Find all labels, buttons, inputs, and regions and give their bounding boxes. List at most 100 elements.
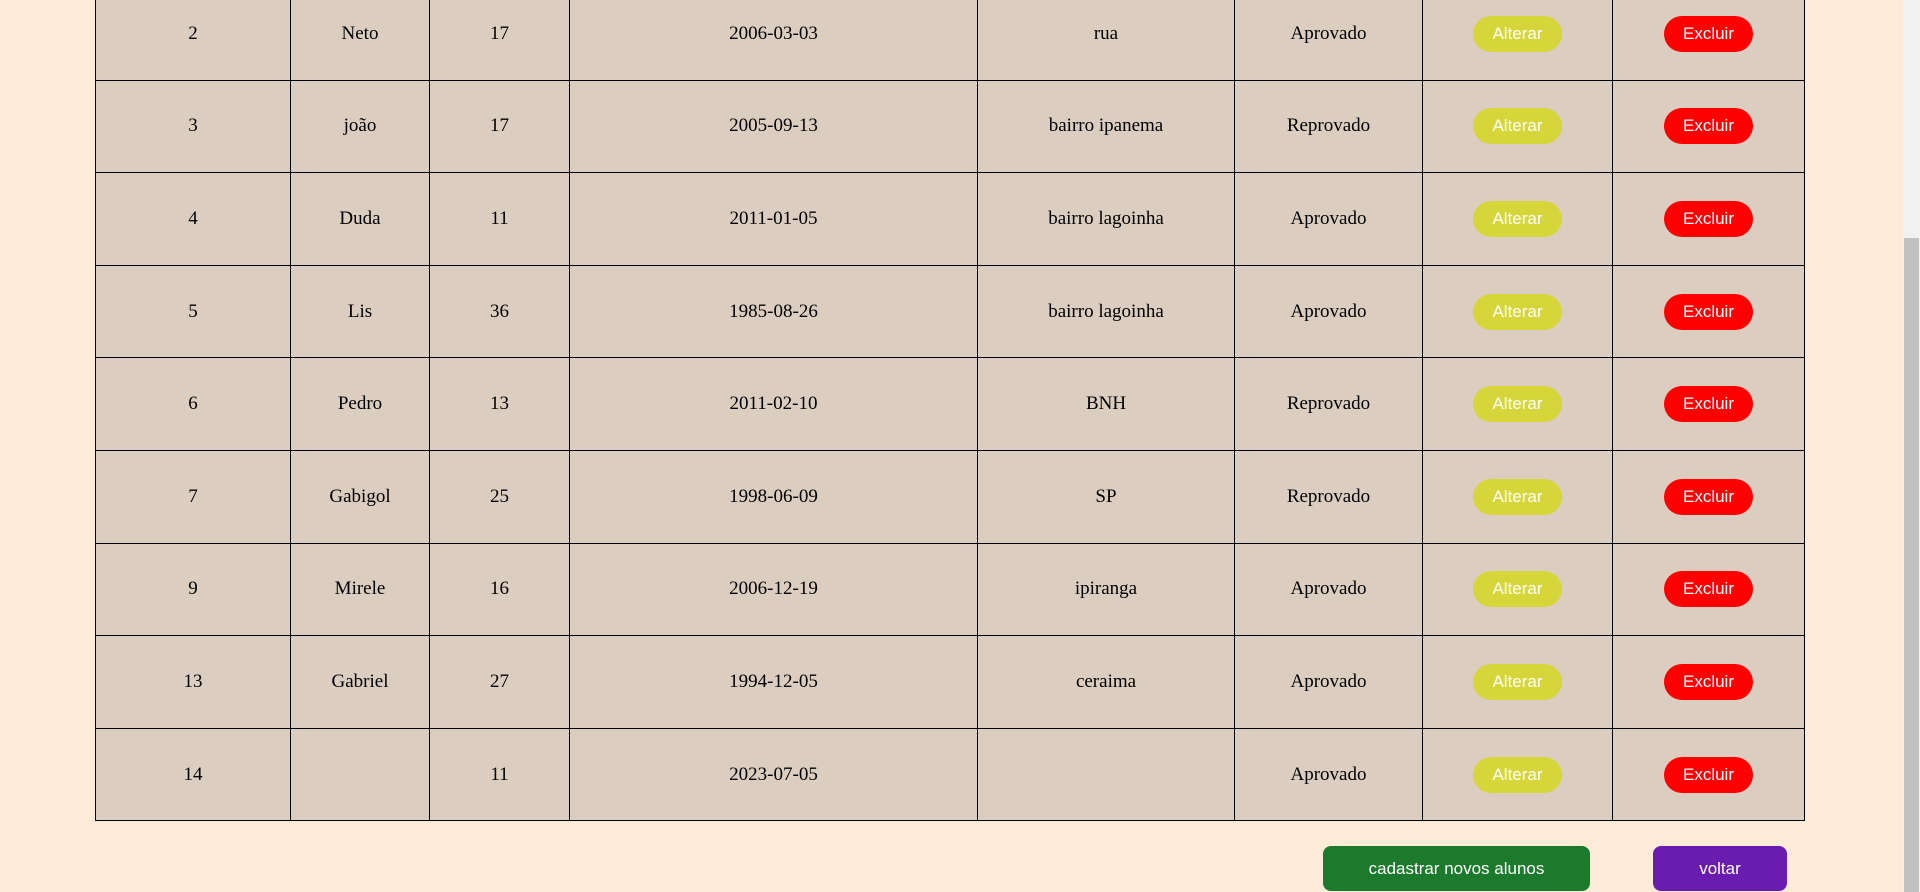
age-cell: 16 [429, 542, 570, 637]
register-students-button[interactable]: cadastrar novos alunos [1323, 846, 1590, 891]
age-cell: 11 [429, 727, 570, 822]
status-cell: Reprovado [1234, 449, 1423, 544]
birthdate-cell: 2011-01-05 [569, 172, 978, 266]
delete-cell: Excluir [1612, 264, 1805, 359]
address-cell: bairro ipanema [977, 79, 1235, 174]
delete-button[interactable]: Excluir [1664, 756, 1753, 793]
birthdate-cell: 2023-07-05 [569, 727, 978, 822]
age-cell: 17 [429, 0, 570, 81]
address-cell: BNH [977, 357, 1235, 451]
id-cell: 14 [95, 727, 291, 822]
delete-button[interactable]: Excluir [1664, 293, 1753, 330]
id-cell: 7 [95, 449, 291, 544]
alter-button[interactable]: Alterar [1473, 200, 1562, 237]
status-cell: Aprovado [1234, 0, 1423, 81]
id-cell: 6 [95, 357, 291, 451]
birthdate-cell: 2006-03-03 [569, 0, 978, 81]
name-cell: Mirele [290, 542, 430, 637]
alter-cell: Alterar [1422, 542, 1613, 637]
alter-cell: Alterar [1422, 727, 1613, 822]
delete-button[interactable]: Excluir [1664, 108, 1753, 145]
status-cell: Aprovado [1234, 172, 1423, 266]
page: 2 Neto 17 2006-03-03 rua Aprovado Alterar Exclu… [0, 0, 1920, 892]
alter-button[interactable]: Alterar [1473, 108, 1562, 145]
name-cell [290, 727, 430, 822]
birthdate-cell: 1998-06-09 [569, 449, 978, 544]
birthdate-cell: 2005-09-13 [569, 79, 978, 174]
status-cell: Reprovado [1234, 79, 1423, 174]
alter-button[interactable]: Alterar [1473, 756, 1562, 793]
alter-cell: Alterar [1422, 172, 1613, 266]
table-row: 14 11 2023-07-05 Aprovado Alterar Excluir [95, 727, 1805, 822]
delete-button[interactable]: Excluir [1664, 478, 1753, 515]
id-cell: 5 [95, 264, 291, 359]
delete-cell: Excluir [1612, 635, 1805, 729]
name-cell: joão [290, 79, 430, 174]
age-cell: 11 [429, 172, 570, 266]
table-row: 4 Duda 11 2011-01-05 bairro lagoinha Aprovado… [95, 172, 1805, 266]
scrollbar-thumb[interactable] [1904, 238, 1919, 892]
alter-button[interactable]: Alterar [1473, 663, 1562, 700]
delete-button[interactable]: Excluir [1664, 571, 1753, 608]
back-button[interactable]: voltar [1653, 846, 1787, 891]
status-cell: Reprovado [1234, 357, 1423, 451]
alter-button[interactable]: Alterar [1473, 293, 1562, 330]
name-cell: Duda [290, 172, 430, 266]
table-body: 2 Neto 17 2006-03-03 rua Aprovado Alterar Exclu… [95, 0, 1805, 822]
table-row: 9 Mirele 16 2006-12-19 ipiranga Aprovado Alter… [95, 542, 1805, 637]
alter-button[interactable]: Alterar [1473, 478, 1562, 515]
delete-button[interactable]: Excluir [1664, 200, 1753, 237]
delete-cell: Excluir [1612, 0, 1805, 81]
delete-button[interactable]: Excluir [1664, 15, 1753, 52]
alter-cell: Alterar [1422, 449, 1613, 544]
age-cell: 27 [429, 635, 570, 729]
id-cell: 9 [95, 542, 291, 637]
alter-cell: Alterar [1422, 0, 1613, 81]
delete-cell: Excluir [1612, 727, 1805, 822]
id-cell: 2 [95, 0, 291, 81]
name-cell: Lis [290, 264, 430, 359]
name-cell: Gabriel [290, 635, 430, 729]
birthdate-cell: 1994-12-05 [569, 635, 978, 729]
delete-button[interactable]: Excluir [1664, 663, 1753, 700]
delete-cell: Excluir [1612, 542, 1805, 637]
alter-button[interactable]: Alterar [1473, 571, 1562, 608]
address-cell: SP [977, 449, 1235, 544]
status-cell: Aprovado [1234, 542, 1423, 637]
name-cell: Pedro [290, 357, 430, 451]
delete-cell: Excluir [1612, 172, 1805, 266]
name-cell: Gabigol [290, 449, 430, 544]
delete-cell: Excluir [1612, 449, 1805, 544]
table-row: 2 Neto 17 2006-03-03 rua Aprovado Alterar Exclu… [95, 0, 1805, 81]
alter-cell: Alterar [1422, 264, 1613, 359]
address-cell: bairro lagoinha [977, 172, 1235, 266]
age-cell: 25 [429, 449, 570, 544]
address-cell: rua [977, 0, 1235, 81]
table-row: 13 Gabriel 27 1994-12-05 ceraima Aprovado Alte… [95, 635, 1805, 729]
alter-cell: Alterar [1422, 635, 1613, 729]
alter-cell: Alterar [1422, 357, 1613, 451]
age-cell: 17 [429, 79, 570, 174]
id-cell: 3 [95, 79, 291, 174]
alter-button[interactable]: Alterar [1473, 15, 1562, 52]
address-cell: ipiranga [977, 542, 1235, 637]
delete-button[interactable]: Excluir [1664, 386, 1753, 423]
birthdate-cell: 2006-12-19 [569, 542, 978, 637]
address-cell: bairro lagoinha [977, 264, 1235, 359]
birthdate-cell: 1985-08-26 [569, 264, 978, 359]
table-row: 5 Lis 36 1985-08-26 bairro lagoinha Aprovado A… [95, 264, 1805, 359]
address-cell: ceraima [977, 635, 1235, 729]
name-cell: Neto [290, 0, 430, 81]
table-row: 7 Gabigol 25 1998-06-09 SP Reprovado Alterar Ex… [95, 449, 1805, 544]
age-cell: 13 [429, 357, 570, 451]
id-cell: 4 [95, 172, 291, 266]
table-row: 6 Pedro 13 2011-02-10 BNH Reprovado Alterar Exc… [95, 357, 1805, 451]
alter-button[interactable]: Alterar [1473, 386, 1562, 423]
status-cell: Aprovado [1234, 635, 1423, 729]
status-cell: Aprovado [1234, 264, 1423, 359]
delete-cell: Excluir [1612, 79, 1805, 174]
students-table: 2 Neto 17 2006-03-03 rua Aprovado Alterar Exclu… [95, 0, 1805, 822]
address-cell [977, 727, 1235, 822]
age-cell: 36 [429, 264, 570, 359]
table-row: 3 joão 17 2005-09-13 bairro ipanema Reprovado… [95, 79, 1805, 174]
